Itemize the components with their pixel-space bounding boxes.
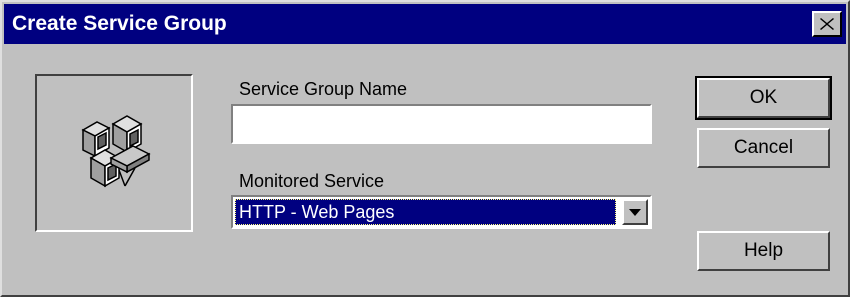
close-button[interactable] (812, 11, 842, 37)
monitored-service-selected-value: HTTP - Web Pages (235, 199, 616, 225)
dropdown-arrow-button[interactable] (622, 199, 648, 225)
service-group-name-label: Service Group Name (239, 79, 408, 99)
help-button[interactable]: Help (697, 231, 830, 271)
service-group-icon-frame (35, 74, 193, 232)
cancel-button[interactable]: Cancel (697, 128, 830, 168)
dropdown-arrow-icon (629, 208, 641, 216)
ok-button[interactable]: OK (695, 76, 832, 120)
title-bar[interactable]: Create Service Group (4, 4, 846, 44)
create-service-group-dialog: Create Service Group Service Group Name … (0, 0, 850, 297)
close-icon (820, 18, 834, 30)
dialog-title: Create Service Group (12, 12, 227, 35)
monitored-service-label: Monitored Service (239, 171, 385, 191)
monitored-service-dropdown[interactable]: HTTP - Web Pages (231, 195, 652, 229)
service-group-icon (81, 115, 151, 188)
service-group-name-input[interactable] (231, 104, 652, 144)
